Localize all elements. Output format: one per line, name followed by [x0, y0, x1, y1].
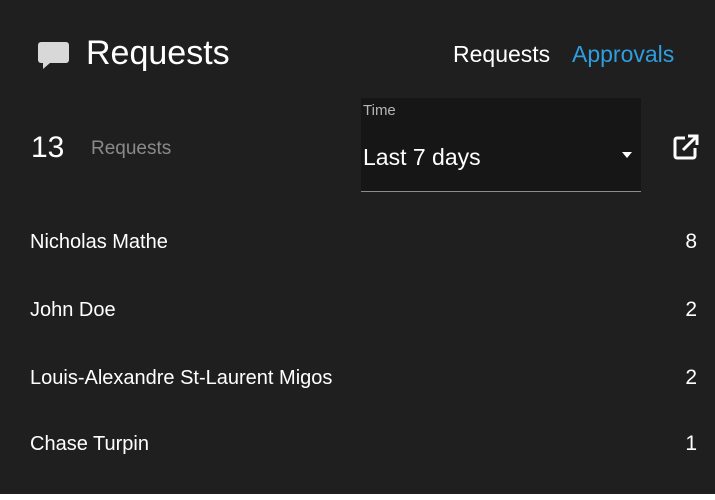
requester-name: Nicholas Mathe	[30, 231, 168, 253]
list-item[interactable]: Chase Turpin 1	[0, 414, 715, 474]
request-count: 13	[31, 131, 65, 164]
requester-count: 8	[685, 230, 697, 253]
time-filter-label: Time	[363, 102, 396, 119]
list-item[interactable]: Nicholas Mathe 8	[0, 212, 715, 272]
chat-bubble-icon	[38, 42, 69, 69]
requests-widget: Requests Requests Approvals 13 Requests …	[0, 0, 715, 494]
tab-approvals[interactable]: Approvals	[572, 39, 674, 69]
time-filter-select[interactable]: Time Last 7 days	[361, 98, 641, 192]
time-filter-value: Last 7 days	[363, 144, 481, 170]
requester-name: Louis-Alexandre St-Laurent Migos	[30, 367, 333, 389]
open-in-new-icon[interactable]	[673, 134, 699, 160]
tab-requests[interactable]: Requests	[453, 39, 550, 69]
widget-header: Requests Requests Approvals	[0, 0, 715, 100]
widget-title: Requests	[86, 34, 230, 72]
requester-name: Chase Turpin	[30, 433, 149, 455]
list-item[interactable]: Louis-Alexandre St-Laurent Migos 2	[0, 348, 715, 408]
request-count-label: Requests	[91, 138, 172, 159]
requester-name: John Doe	[30, 299, 116, 321]
list-item[interactable]: John Doe 2	[0, 280, 715, 340]
caret-down-icon	[622, 152, 632, 158]
requester-count: 1	[685, 432, 697, 455]
requester-count: 2	[685, 366, 697, 389]
requester-count: 2	[685, 298, 697, 321]
